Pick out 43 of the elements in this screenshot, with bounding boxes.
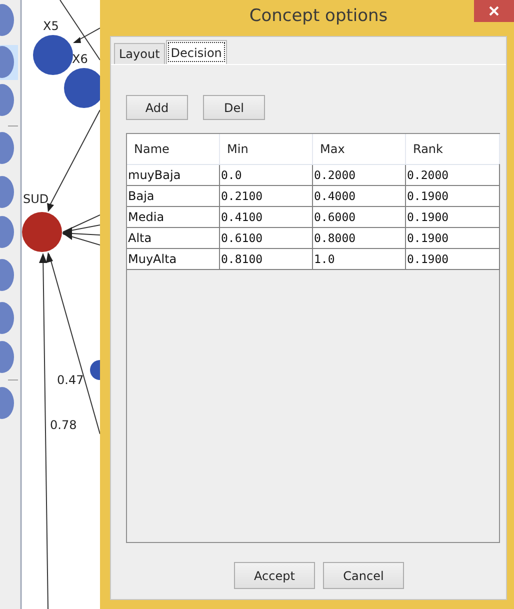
toolbar-button[interactable]: Del (203, 95, 265, 120)
table-cell: 0.1900 (406, 228, 500, 249)
table-cell: muyBaja (127, 165, 220, 186)
edge-weight: 0.47 (57, 373, 84, 387)
table-cell: 0.2000 (406, 165, 500, 186)
table-cell: Baja (127, 186, 220, 207)
graph-node[interactable] (33, 35, 73, 75)
table-cell: 0.6000 (313, 207, 406, 228)
graph-node[interactable] (64, 68, 100, 108)
close-icon (488, 5, 500, 17)
tab[interactable]: Layout (114, 43, 165, 64)
graph-node[interactable] (22, 212, 62, 252)
table-cell: MuyAlta (127, 249, 220, 270)
dialog-button[interactable]: Accept (234, 562, 315, 589)
node-label: X5 (43, 19, 59, 33)
table-cell: 0.2000 (313, 165, 406, 186)
graph-edge (62, 214, 100, 246)
node-label: SUD (23, 192, 49, 206)
table-cell: 0.2100 (220, 186, 313, 207)
table-cell: Alta (127, 228, 220, 249)
close-button[interactable] (474, 0, 514, 22)
table-cell: 0.0 (220, 165, 313, 186)
node-label: X6 (72, 52, 88, 66)
toolbar-button[interactable]: Add (126, 95, 188, 120)
column-header[interactable]: Min (220, 134, 313, 164)
table-cell: 0.8100 (220, 249, 313, 270)
edge-weight: 0.78 (50, 418, 77, 432)
table-cell: 0.4100 (220, 207, 313, 228)
table-cell: 0.1900 (406, 186, 500, 207)
column-header[interactable]: Max (313, 134, 406, 164)
table-cell: Media (127, 207, 220, 228)
table-cell: 0.8000 (313, 228, 406, 249)
table-cell: 0.4000 (313, 186, 406, 207)
tab[interactable]: Decision (166, 40, 227, 64)
column-header[interactable]: Name (127, 134, 220, 164)
table-cell: 1.0 (313, 249, 406, 270)
dialog-button[interactable]: Cancel (323, 562, 404, 589)
table-cell: 0.1900 (406, 207, 500, 228)
table-cell: 0.6100 (220, 228, 313, 249)
column-header[interactable]: Rank (406, 134, 500, 164)
graph-node[interactable] (90, 360, 100, 380)
table-cell: 0.1900 (406, 249, 500, 270)
window-title: Concept options (249, 5, 388, 26)
